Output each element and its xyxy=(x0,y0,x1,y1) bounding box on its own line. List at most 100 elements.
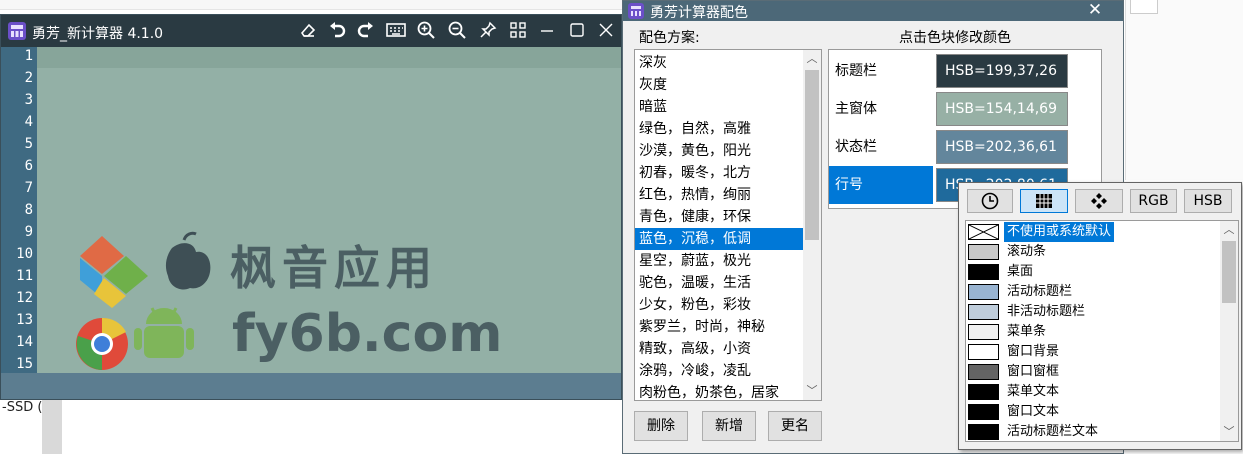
explorer-right-box xyxy=(1130,0,1158,14)
color-item-window-frame[interactable]: 窗口窗框 xyxy=(966,362,1220,382)
color-swatch xyxy=(968,304,999,320)
part-label: 行号 xyxy=(829,166,933,204)
eraser-icon[interactable] xyxy=(297,20,319,42)
calculator-titlebar[interactable]: 勇芳_新计算器 4.1.0 xyxy=(1,15,621,47)
scheme-item[interactable]: 深灰 xyxy=(635,52,803,74)
scheme-item[interactable]: 青色，健康，环保 xyxy=(635,206,803,228)
scheme-list-scrollbar[interactable]: ︿ ﹀ xyxy=(803,50,821,400)
part-label: 状态栏 xyxy=(835,139,877,155)
color-item-window-background[interactable]: 窗口背景 xyxy=(966,342,1220,362)
watermark-domain: fy6b.com xyxy=(232,304,503,364)
scrollbar-thumb[interactable] xyxy=(805,70,819,240)
line-number: 6 xyxy=(24,158,33,174)
line-number: 7 xyxy=(24,180,33,196)
explorer-right-panel xyxy=(1125,0,1243,180)
color-item-label: 活动标题栏文本 xyxy=(1007,424,1099,439)
color-item-active-title[interactable]: 活动标题栏 xyxy=(966,282,1220,302)
scheme-item[interactable]: 灰度 xyxy=(635,74,803,96)
none-swatch-icon xyxy=(968,224,999,240)
system-colors-icon[interactable] xyxy=(1075,189,1123,213)
color-swatch xyxy=(968,344,999,360)
zoom-out-icon[interactable] xyxy=(446,20,468,42)
color-item-label: 菜单条 xyxy=(1007,324,1047,339)
color-item-label: 桌面 xyxy=(1007,264,1034,279)
scheme-list[interactable]: 深灰 灰度 暗蓝 绿色，自然，高雅 沙漠，黄色，阳光 初春，暖冬，北方 红色，热… xyxy=(634,49,822,401)
scroll-up-icon[interactable]: ︿ xyxy=(803,50,821,68)
color-swatch xyxy=(968,284,999,300)
part-row-titlebar[interactable]: 标题栏 HSB=199,37,26 xyxy=(829,52,1101,90)
pin-icon[interactable] xyxy=(477,20,499,42)
rename-button[interactable]: 更名 xyxy=(768,411,822,441)
watermark-brand: 枫音应用 xyxy=(230,241,438,295)
close-icon[interactable] xyxy=(595,20,617,42)
keyboard-icon[interactable] xyxy=(385,20,407,42)
line-number: 10 xyxy=(16,246,33,262)
rgb-tab[interactable]: RGB xyxy=(1130,189,1177,213)
color-scheme-titlebar[interactable]: 勇芳计算器配色 ✕ xyxy=(623,0,1123,21)
current-line-highlight xyxy=(37,47,621,68)
zoom-in-icon[interactable] xyxy=(415,20,437,42)
scheme-item[interactable]: 涂鸦，冷峻，凌乱 xyxy=(635,360,803,382)
delete-button[interactable]: 删除 xyxy=(634,411,688,441)
scheme-item[interactable]: 肉粉色，奶茶色，居家 xyxy=(635,382,803,400)
scroll-up-icon[interactable]: ︿ xyxy=(1220,221,1238,239)
history-icon[interactable] xyxy=(967,189,1013,213)
color-item-active-title-text[interactable]: 活动标题栏文本 xyxy=(966,422,1220,441)
color-item-label: 滚动条 xyxy=(1007,244,1047,259)
hsb-tab[interactable]: HSB xyxy=(1184,189,1232,213)
scrollbar-thumb[interactable] xyxy=(1222,241,1236,303)
calculator-status-bar xyxy=(1,373,621,399)
color-scheme-title: 勇芳计算器配色 xyxy=(650,5,748,21)
scroll-down-icon[interactable]: ﹀ xyxy=(1220,423,1238,441)
settings-grid-icon[interactable] xyxy=(507,20,529,42)
scheme-item[interactable]: 少女，粉色，彩妆 xyxy=(635,294,803,316)
watermark-logo-icon xyxy=(76,231,211,370)
redo-icon[interactable] xyxy=(355,20,377,42)
scheme-item[interactable]: 沙漠，黄色，阳光 xyxy=(635,140,803,162)
scheme-item[interactable]: 初春，暖冬，北方 xyxy=(635,162,803,184)
line-number: 3 xyxy=(24,92,33,108)
color-list-scrollbar[interactable]: ︿ ﹀ xyxy=(1220,221,1238,441)
color-item-menu-bar[interactable]: 菜单条 xyxy=(966,322,1220,342)
explorer-scrollbar[interactable] xyxy=(42,398,62,454)
color-item-inactive-title[interactable]: 非活动标题栏 xyxy=(966,302,1220,322)
system-color-list[interactable]: 不使用或系统默认 滚动条 桌面 活动标题栏 非活动标题栏 菜单条 窗口背景 窗口… xyxy=(965,220,1239,442)
color-swatch xyxy=(968,264,999,280)
calculator-app-icon xyxy=(628,3,644,19)
scheme-item[interactable]: 精致，高级，小资 xyxy=(635,338,803,360)
color-item-menu-text[interactable]: 菜单文本 xyxy=(966,382,1220,402)
color-swatch-status-bar[interactable]: HSB=202,36,61 xyxy=(936,130,1068,164)
calculator-app-icon xyxy=(8,22,26,40)
close-icon[interactable]: ✕ xyxy=(1081,0,1109,21)
color-swatch xyxy=(968,244,999,260)
color-swatch-main-window[interactable]: HSB=154,14,69 xyxy=(936,92,1068,126)
color-swatch xyxy=(968,364,999,380)
line-number: 4 xyxy=(24,114,33,130)
maximize-icon[interactable] xyxy=(566,20,588,42)
color-item-label: 窗口窗框 xyxy=(1007,364,1060,379)
scheme-item[interactable]: 暗蓝 xyxy=(635,96,803,118)
scroll-down-icon[interactable]: ﹀ xyxy=(803,382,821,400)
scheme-item[interactable]: 红色，热情，绚丽 xyxy=(635,184,803,206)
color-item-desktop[interactable]: 桌面 xyxy=(966,262,1220,282)
undo-icon[interactable] xyxy=(326,20,348,42)
scheme-item[interactable]: 紫罗兰，时尚，神秘 xyxy=(635,316,803,338)
part-row-main-window[interactable]: 主窗体 HSB=154,14,69 xyxy=(829,90,1101,128)
scheme-item-selected[interactable]: 蓝色，沉稳，低调 xyxy=(635,228,803,250)
color-item-default[interactable]: 不使用或系统默认 xyxy=(966,222,1220,242)
calculator-title: 勇芳_新计算器 4.1.0 xyxy=(32,26,164,42)
palette-icon[interactable] xyxy=(1020,189,1068,213)
color-item-scrollbar[interactable]: 滚动条 xyxy=(966,242,1220,262)
color-item-window-text[interactable]: 窗口文本 xyxy=(966,402,1220,422)
color-item-label: 窗口文本 xyxy=(1007,404,1060,419)
scheme-item[interactable]: 驼色，温暖，生活 xyxy=(635,272,803,294)
color-swatch-titlebar[interactable]: HSB=199,37,26 xyxy=(936,54,1068,88)
color-item-label: 不使用或系统默认 xyxy=(1004,222,1115,242)
minimize-icon[interactable] xyxy=(536,20,558,42)
scheme-item[interactable]: 星空，蔚蓝，极光 xyxy=(635,250,803,272)
scheme-item[interactable]: 绿色，自然，高雅 xyxy=(635,118,803,140)
color-swatch xyxy=(968,424,999,440)
add-button[interactable]: 新增 xyxy=(702,411,756,441)
drive-label[interactable]: -SSD ( xyxy=(2,400,42,415)
part-row-status-bar[interactable]: 状态栏 HSB=202,36,61 xyxy=(829,128,1101,166)
